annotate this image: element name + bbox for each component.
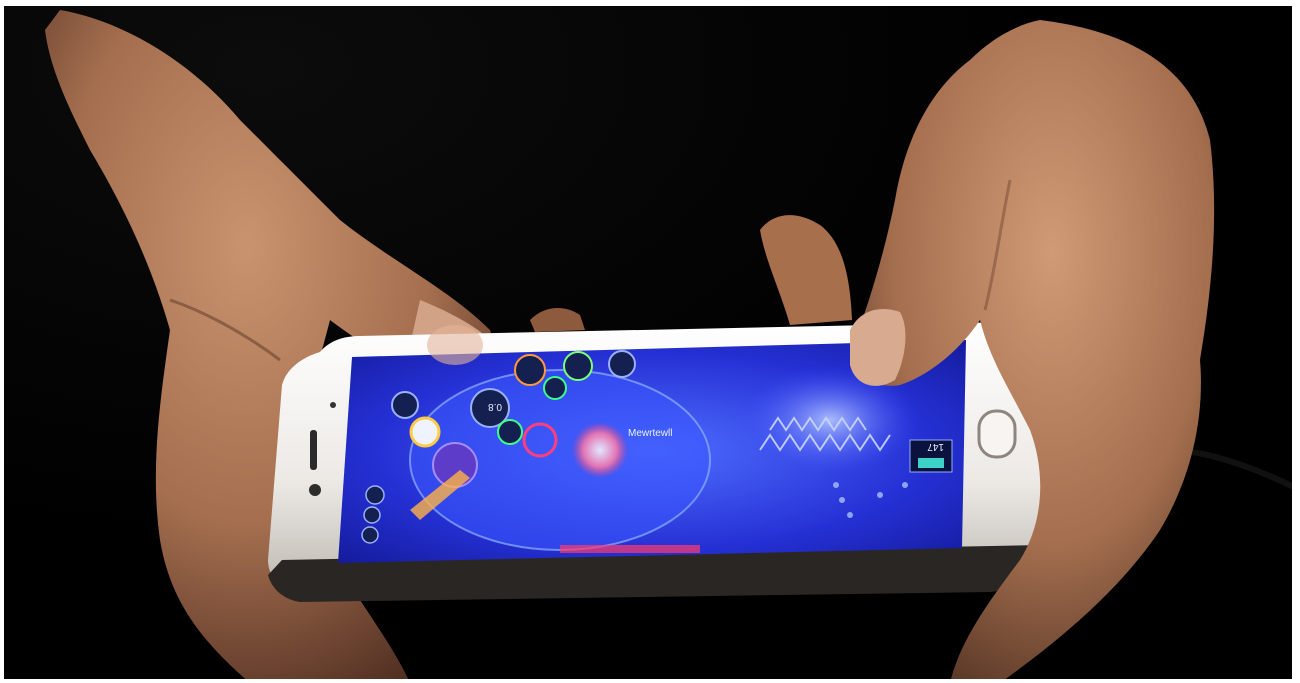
earpiece-icon <box>310 430 317 470</box>
left-border <box>0 0 4 683</box>
ability-value-text: 0.8 <box>488 401 502 412</box>
bottom-border <box>0 679 1300 683</box>
home-button-icon <box>977 409 1017 459</box>
player-name-text: Mewrtewll <box>628 428 672 439</box>
front-camera-icon <box>309 484 321 496</box>
photo-frame: 0.8 Mewrtewll 147 <box>0 0 1300 683</box>
score-text: 147 <box>927 441 944 452</box>
right-border <box>1292 0 1300 683</box>
right-back-fingers <box>530 215 852 332</box>
top-border <box>0 0 1300 6</box>
photo-scene: 0.8 Mewrtewll 147 <box>45 10 1300 683</box>
